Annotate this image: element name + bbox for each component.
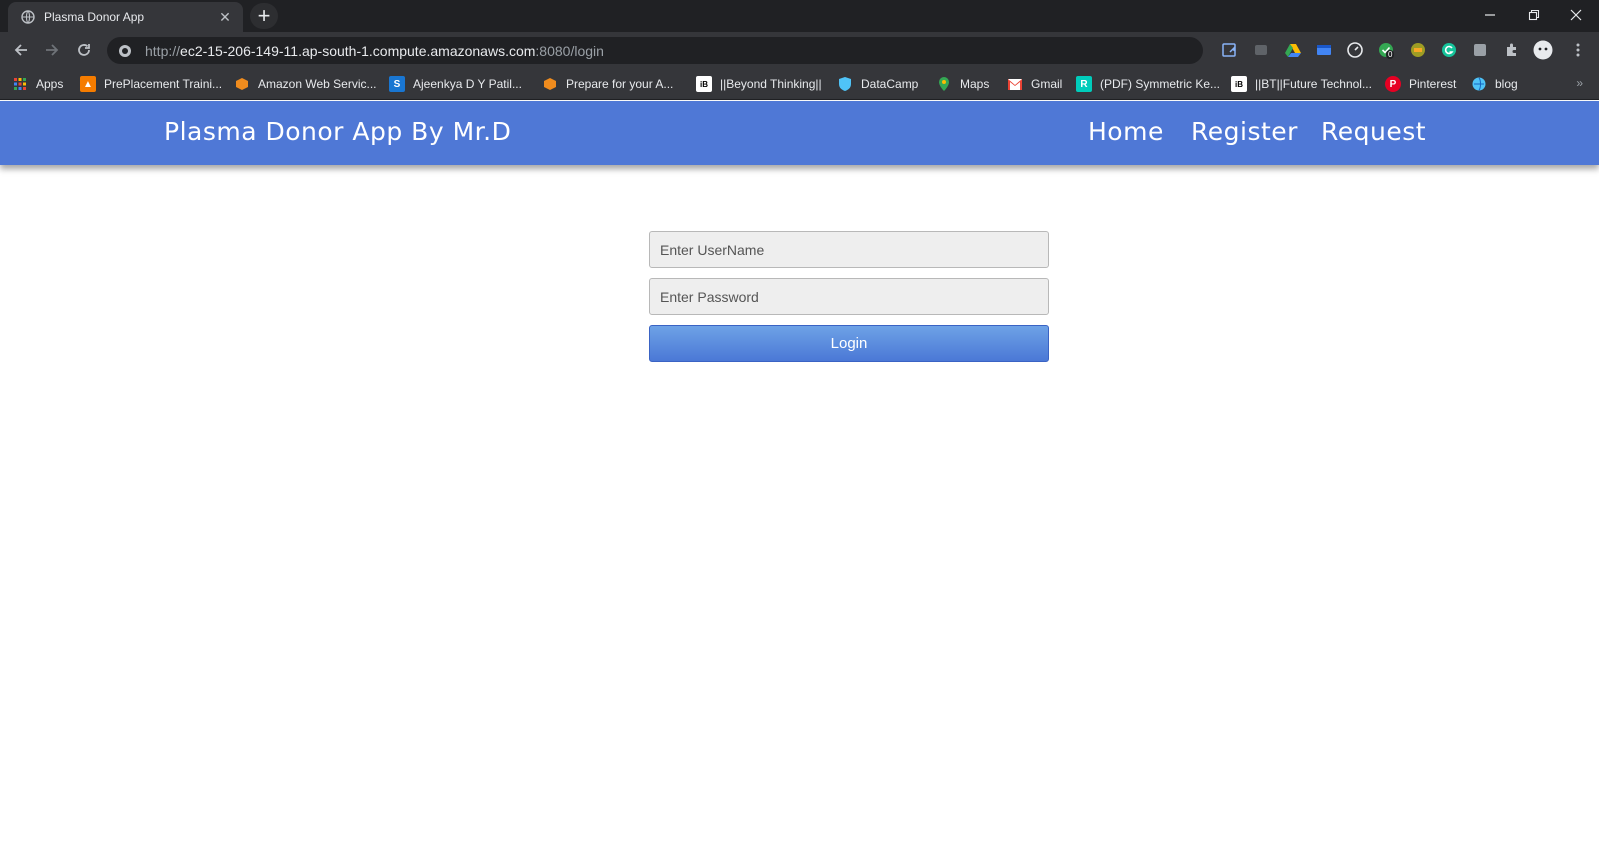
extension-icon-9[interactable] bbox=[1470, 40, 1490, 60]
bookmark-label: Maps bbox=[960, 77, 990, 91]
tab-title: Plasma Donor App bbox=[44, 10, 145, 24]
bt-icon: iB bbox=[1231, 76, 1247, 92]
bookmark-pdf[interactable]: R (PDF) Symmetric Ke... bbox=[1076, 74, 1220, 94]
tab-close-icon[interactable]: ✕ bbox=[217, 9, 233, 26]
bookmark-apps[interactable]: Apps bbox=[12, 74, 63, 94]
puzzle-icon[interactable] bbox=[1502, 40, 1522, 60]
pinterest-icon: P bbox=[1385, 76, 1401, 92]
bookmark-label: ||BT||Future Technol... bbox=[1255, 77, 1372, 91]
gmail-icon bbox=[1007, 76, 1023, 92]
minimize-icon[interactable] bbox=[1467, 0, 1513, 30]
aws-icon bbox=[542, 76, 558, 92]
browser-tab[interactable]: Plasma Donor App ✕ bbox=[8, 2, 243, 32]
bookmark-label: Amazon Web Servic... bbox=[258, 77, 377, 91]
extension-icon-4[interactable] bbox=[1314, 40, 1334, 60]
new-tab-button[interactable]: + bbox=[250, 3, 278, 29]
person-icon: ▲ bbox=[80, 76, 96, 92]
globe-icon bbox=[1471, 76, 1487, 92]
bookmark-aws[interactable]: Amazon Web Servic... bbox=[234, 74, 377, 94]
bookmark-maps[interactable]: Maps bbox=[936, 74, 989, 94]
bookmark-label: PrePlacement Traini... bbox=[104, 77, 223, 91]
bookmark-label: Gmail bbox=[1031, 77, 1063, 91]
reload-icon[interactable] bbox=[70, 36, 98, 64]
bookmarks-bar: Apps ▲ PrePlacement Traini... Amazon Web… bbox=[0, 68, 1599, 100]
researchgate-icon: R bbox=[1076, 76, 1092, 92]
profile-avatar-icon[interactable] bbox=[1533, 40, 1553, 60]
maps-icon bbox=[936, 76, 952, 92]
bookmark-blog[interactable]: blog bbox=[1471, 74, 1518, 94]
browser-tab-strip: Plasma Donor App ✕ + bbox=[0, 0, 1599, 32]
bookmark-label: Ajeenkya D Y Patil... bbox=[413, 77, 522, 91]
bookmark-label: (PDF) Symmetric Ke... bbox=[1100, 77, 1221, 91]
close-window-icon[interactable] bbox=[1553, 0, 1599, 30]
apps-grid-icon bbox=[12, 76, 28, 92]
restore-icon[interactable] bbox=[1511, 0, 1557, 30]
google-drive-icon[interactable] bbox=[1283, 40, 1303, 60]
bookmark-label: Prepare for your A... bbox=[566, 77, 674, 91]
username-input[interactable] bbox=[649, 231, 1049, 268]
address-bar[interactable]: http://ec2-15-206-149-11.ap-south-1.comp… bbox=[107, 37, 1203, 64]
url-scheme: http:// bbox=[145, 42, 181, 59]
bookmark-bt-future[interactable]: iB ||BT||Future Technol... bbox=[1231, 74, 1372, 94]
grammarly-icon[interactable] bbox=[1439, 40, 1459, 60]
back-arrow-icon[interactable] bbox=[7, 36, 35, 64]
nav-request-link[interactable]: Request bbox=[1321, 117, 1426, 146]
site-info-icon[interactable] bbox=[117, 43, 133, 59]
checkmark-badge-icon[interactable]: 0 bbox=[1376, 40, 1396, 60]
bookmark-ajeenkya[interactable]: S Ajeenkya D Y Patil... bbox=[389, 74, 522, 94]
bookmark-label: Pinterest bbox=[1409, 77, 1457, 91]
menu-dots-icon[interactable] bbox=[1568, 40, 1588, 60]
url-text: http://ec2-15-206-149-11.ap-south-1.comp… bbox=[145, 43, 604, 59]
bookmarks-overflow-icon[interactable]: » bbox=[1576, 76, 1583, 90]
app-brand[interactable]: Plasma Donor App By Mr.D bbox=[164, 117, 511, 146]
bookmark-preplacement[interactable]: ▲ PrePlacement Traini... bbox=[80, 74, 222, 94]
extension-icon-7[interactable] bbox=[1408, 40, 1428, 60]
extension-icon-2[interactable] bbox=[1251, 40, 1271, 60]
bookmark-gmail[interactable]: Gmail bbox=[1007, 74, 1062, 94]
bookmark-label: Apps bbox=[36, 77, 64, 91]
s-icon: S bbox=[389, 76, 405, 92]
bookmark-label: blog bbox=[1495, 77, 1518, 91]
forward-arrow-icon[interactable] bbox=[38, 36, 66, 64]
speedometer-icon[interactable] bbox=[1345, 40, 1365, 60]
password-input[interactable] bbox=[649, 278, 1049, 315]
bt-icon: iB bbox=[696, 76, 712, 92]
bookmark-prepare[interactable]: Prepare for your A... bbox=[542, 74, 673, 94]
globe-icon bbox=[20, 9, 36, 25]
bookmark-beyond-thinking[interactable]: iB ||Beyond Thinking|| bbox=[696, 74, 822, 94]
extension-icon-1[interactable] bbox=[1220, 40, 1240, 60]
browser-toolbar: http://ec2-15-206-149-11.ap-south-1.comp… bbox=[0, 32, 1599, 68]
bookmark-pinterest[interactable]: P Pinterest bbox=[1385, 74, 1456, 94]
nav-register-link[interactable]: Register bbox=[1191, 117, 1298, 146]
bookmark-datacamp[interactable]: DataCamp bbox=[837, 74, 918, 94]
aws-icon bbox=[234, 76, 250, 92]
nav-home-link[interactable]: Home bbox=[1088, 117, 1164, 146]
login-button[interactable]: Login bbox=[649, 325, 1049, 362]
shield-icon bbox=[837, 76, 853, 92]
app-navbar: Plasma Donor App By Mr.D Home Register R… bbox=[0, 101, 1599, 165]
url-host: ec2-15-206-149-11.ap-south-1.compute.ama… bbox=[180, 42, 536, 59]
bookmark-label: ||Beyond Thinking|| bbox=[720, 77, 822, 91]
bookmark-label: DataCamp bbox=[861, 77, 919, 91]
url-path: :8080/login bbox=[535, 42, 604, 59]
